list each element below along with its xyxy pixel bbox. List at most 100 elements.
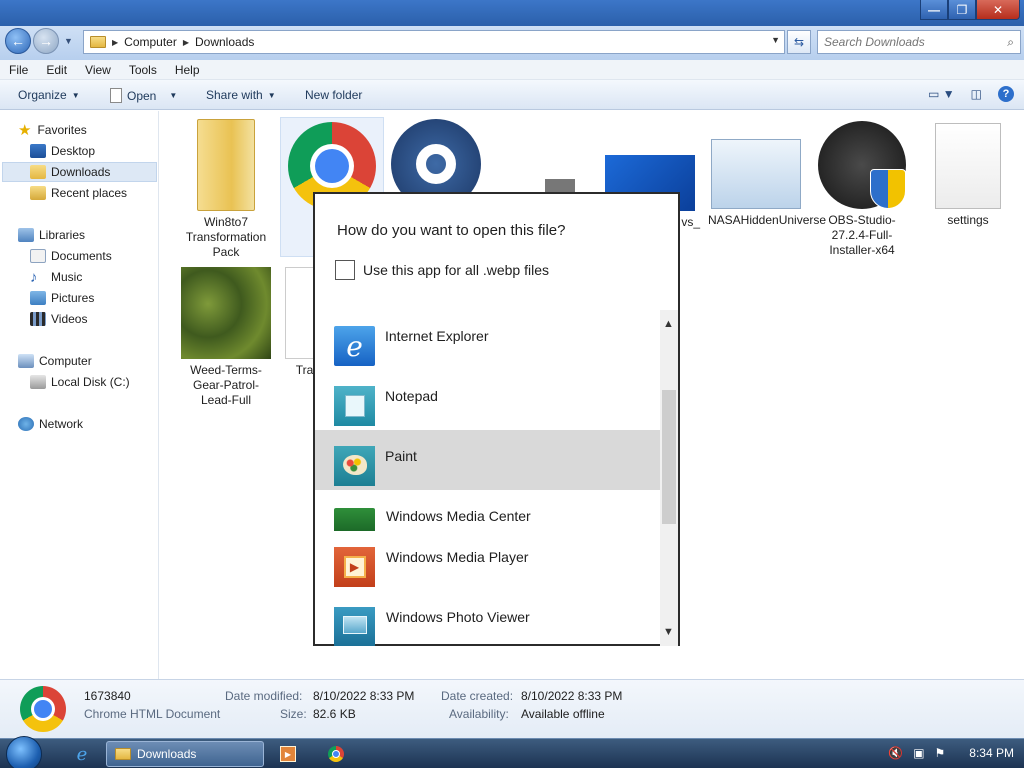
nav-favorites[interactable]: ★ Favorites bbox=[18, 120, 157, 140]
action-center-icon[interactable]: ⚑ bbox=[935, 746, 946, 760]
file-item-settings[interactable]: settings bbox=[920, 123, 1016, 228]
preview-pane-icon[interactable]: ◫ bbox=[971, 87, 982, 101]
nav-recent-places-label: Recent places bbox=[51, 186, 128, 200]
menu-edit[interactable]: Edit bbox=[37, 63, 76, 77]
address-row: ← → ▼ ▶ Computer ▶ Downloads ▼ ⇆ ⌕ bbox=[0, 26, 1024, 60]
paint-icon bbox=[334, 446, 375, 486]
app-list-scrollbar[interactable]: ▲ ▼ bbox=[660, 310, 678, 646]
volume-muted-icon[interactable]: 🔇 bbox=[888, 746, 903, 760]
windows-media-center-icon bbox=[334, 508, 375, 531]
search-icon[interactable]: ⌕ bbox=[1007, 35, 1014, 50]
music-icon: ♪ bbox=[30, 268, 38, 286]
app-windows-photo-viewer[interactable]: Windows Photo Viewer bbox=[315, 591, 662, 646]
menu-view[interactable]: View bbox=[76, 63, 120, 77]
clock[interactable]: 8:34 PM bbox=[969, 746, 1014, 760]
nav-local-disk-label: Local Disk (C:) bbox=[51, 375, 130, 389]
change-view-icon[interactable]: ▭ ▼ bbox=[928, 87, 955, 101]
taskbar-internet-explorer-icon[interactable]: e bbox=[70, 741, 94, 767]
chevron-right-icon[interactable]: ▶ bbox=[112, 38, 118, 47]
organize-button[interactable]: Organize ▼ bbox=[18, 88, 80, 102]
nav-documents[interactable]: Documents bbox=[30, 246, 157, 266]
scrollbar-thumb[interactable] bbox=[662, 390, 676, 524]
menu-tools[interactable]: Tools bbox=[120, 63, 166, 77]
breadcrumb-computer[interactable]: Computer bbox=[124, 35, 177, 49]
folder-icon bbox=[197, 119, 255, 211]
menu-help[interactable]: Help bbox=[166, 63, 209, 77]
nav-desktop[interactable]: Desktop bbox=[30, 141, 157, 161]
taskbar: e Downloads ▶ 🔇 ▣ ⚑ 8:34 PM bbox=[0, 736, 1024, 768]
maximize-button[interactable]: ❐ bbox=[948, 0, 976, 20]
menu-file[interactable]: File bbox=[0, 63, 37, 77]
new-folder-button[interactable]: New folder bbox=[305, 88, 362, 102]
nav-pictures-label: Pictures bbox=[51, 291, 95, 305]
address-dropdown-icon[interactable]: ▼ bbox=[771, 35, 780, 45]
file-item-weed[interactable]: Weed-Terms-Gear-Patrol-Lead-Full bbox=[178, 267, 274, 408]
hard-drive-icon bbox=[30, 375, 46, 389]
search-input[interactable] bbox=[824, 35, 994, 49]
taskbar-chrome-icon[interactable] bbox=[326, 741, 346, 767]
nav-network[interactable]: Network bbox=[18, 414, 157, 434]
nav-local-disk[interactable]: Local Disk (C:) bbox=[30, 372, 157, 392]
recent-pages-dropdown[interactable]: ▼ bbox=[64, 36, 73, 46]
obs-icon bbox=[818, 121, 906, 209]
star-icon: ★ bbox=[18, 122, 32, 139]
windows-photo-viewer-icon bbox=[334, 607, 375, 646]
nav-downloads[interactable]: Downloads bbox=[2, 162, 157, 182]
nav-computer[interactable]: Computer bbox=[18, 351, 157, 371]
app-paint[interactable]: Paint bbox=[315, 430, 662, 490]
network-status-icon[interactable]: ▣ bbox=[913, 746, 924, 760]
app-name: Paint bbox=[385, 448, 417, 464]
details-file-type: Chrome HTML Document bbox=[84, 707, 221, 721]
details-file-name: 1673840 bbox=[84, 689, 131, 703]
taskbar-explorer-window[interactable]: Downloads bbox=[106, 741, 264, 767]
app-name: Notepad bbox=[385, 388, 438, 404]
details-size-label: Size: bbox=[280, 707, 307, 721]
refresh-button[interactable]: ⇆ bbox=[787, 30, 811, 54]
nav-music[interactable]: ♪ Music bbox=[30, 267, 157, 287]
internet-explorer-icon: e bbox=[334, 326, 375, 366]
scroll-down-icon[interactable]: ▼ bbox=[663, 626, 674, 638]
libraries-icon bbox=[18, 228, 34, 242]
nav-recent-places[interactable]: Recent places bbox=[30, 183, 157, 203]
file-item-nasa[interactable]: NASAHiddenUniverse bbox=[708, 139, 826, 228]
nav-network-label: Network bbox=[39, 417, 84, 431]
chevron-down-icon: ▼ bbox=[169, 91, 178, 100]
app-windows-media-player[interactable]: ▶ Windows Media Player bbox=[315, 531, 662, 591]
app-windows-media-center[interactable]: Windows Media Center bbox=[315, 490, 662, 531]
close-button[interactable]: ✕ bbox=[976, 0, 1020, 20]
app-name: Windows Photo Viewer bbox=[386, 609, 530, 625]
start-button[interactable] bbox=[6, 736, 42, 768]
nav-libraries[interactable]: Libraries bbox=[18, 225, 157, 245]
scroll-up-icon[interactable]: ▲ bbox=[663, 318, 674, 330]
computer-icon bbox=[18, 354, 34, 368]
help-icon[interactable]: ? bbox=[998, 86, 1014, 102]
app-notepad[interactable]: Notepad bbox=[315, 370, 662, 430]
always-use-label: Use this app for all .webp files bbox=[363, 262, 549, 278]
always-use-checkbox-row[interactable]: Use this app for all .webp files bbox=[335, 260, 549, 280]
menu-bar: File Edit View Tools Help bbox=[0, 60, 1024, 80]
recent-places-icon bbox=[30, 186, 46, 200]
share-with-button[interactable]: Share with ▼ bbox=[206, 88, 276, 102]
back-button[interactable]: ← bbox=[5, 28, 31, 54]
search-box[interactable]: ⌕ bbox=[817, 30, 1021, 54]
breadcrumb-downloads[interactable]: Downloads bbox=[195, 35, 254, 49]
details-availability: Available offline bbox=[521, 707, 605, 721]
address-bar[interactable]: ▶ Computer ▶ Downloads ▼ bbox=[83, 30, 785, 54]
taskbar-media-player-icon[interactable]: ▶ bbox=[278, 741, 298, 767]
file-item-win8to7[interactable]: Win8to7 Transformation Pack bbox=[178, 119, 274, 260]
app-name: Windows Media Center bbox=[386, 508, 531, 524]
nav-pictures[interactable]: Pictures bbox=[30, 288, 157, 308]
file-item-obs[interactable]: OBS-Studio-27.2.4-Full-Installer-x64 bbox=[814, 121, 910, 258]
window-controls: — ❐ ✕ bbox=[920, 0, 1020, 20]
forward-button[interactable]: → bbox=[33, 28, 59, 54]
app-internet-explorer[interactable]: e Internet Explorer bbox=[315, 310, 662, 370]
always-use-checkbox[interactable] bbox=[335, 260, 355, 280]
nav-videos-label: Videos bbox=[51, 312, 88, 326]
details-size: 82.6 KB bbox=[313, 707, 356, 721]
minimize-button[interactable]: — bbox=[920, 0, 948, 20]
chrome-icon bbox=[20, 686, 66, 732]
nav-libraries-label: Libraries bbox=[39, 228, 86, 242]
nav-videos[interactable]: Videos bbox=[30, 309, 157, 329]
chevron-right-icon[interactable]: ▶ bbox=[183, 38, 189, 47]
open-button[interactable]: Open ▼ bbox=[110, 88, 177, 103]
